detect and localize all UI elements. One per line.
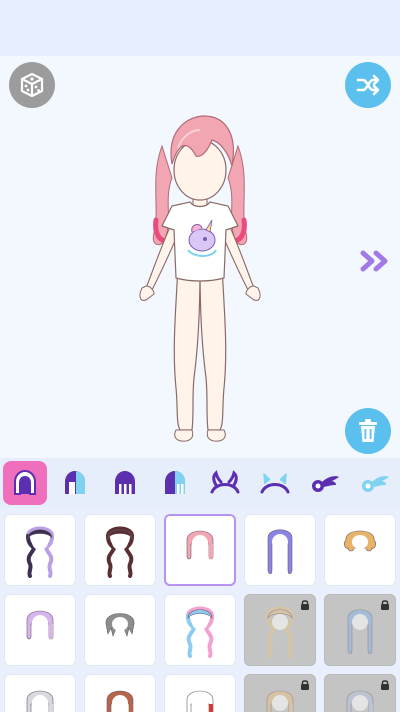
wing-right-icon <box>362 476 389 492</box>
tab-hair-side[interactable] <box>150 458 200 508</box>
hair-thumbnail <box>26 526 55 578</box>
hair-thumbnail <box>344 530 376 552</box>
hair-full-icon <box>14 469 36 495</box>
hair-item[interactable] <box>244 514 316 586</box>
shuffle-icon <box>356 74 380 96</box>
hair-side-icon <box>165 471 185 494</box>
hair-item[interactable] <box>164 514 236 586</box>
hair-item-locked[interactable] <box>244 674 316 712</box>
hair-thumbnail <box>186 606 215 658</box>
horns-icon <box>210 470 240 494</box>
next-page-button[interactable] <box>358 246 394 276</box>
hair-item[interactable] <box>84 674 156 712</box>
tab-wing-right[interactable] <box>350 458 400 508</box>
top-bar <box>0 0 400 56</box>
tab-wing-left[interactable] <box>300 458 350 508</box>
hair-item-locked[interactable] <box>324 674 396 712</box>
hair-item[interactable] <box>324 514 396 586</box>
tab-hair-bangs[interactable] <box>100 458 150 508</box>
hair-thumbnail <box>267 529 293 575</box>
tab-ears[interactable] <box>250 458 300 508</box>
hair-thumbnail <box>186 690 214 712</box>
double-chevron-right-icon <box>360 250 388 272</box>
hair-front-icon <box>65 471 85 494</box>
dice-icon <box>20 72 44 98</box>
category-tab-bar <box>0 458 400 508</box>
hair-thumbnail <box>26 610 54 640</box>
tab-horns[interactable] <box>200 458 250 508</box>
lock-icon <box>381 680 389 690</box>
item-grid-panel <box>0 508 400 712</box>
hair-item[interactable] <box>4 674 76 712</box>
tab-hair-full[interactable] <box>0 458 50 508</box>
hair-item-locked[interactable] <box>324 594 396 666</box>
hair-item[interactable] <box>164 594 236 666</box>
trash-icon <box>359 419 377 442</box>
hair-item-locked[interactable] <box>244 594 316 666</box>
lock-icon <box>301 680 309 690</box>
hair-item[interactable] <box>84 594 156 666</box>
tab-hair-front[interactable] <box>50 458 100 508</box>
hair-thumbnail <box>106 690 134 712</box>
delete-button[interactable] <box>345 408 391 454</box>
hair-item-grid <box>4 514 396 712</box>
lock-icon <box>381 600 389 610</box>
wing-left-icon <box>312 476 339 492</box>
shuffle-button[interactable] <box>345 62 391 108</box>
random-dice-button[interactable] <box>9 62 55 108</box>
hair-thumbnail <box>106 526 135 578</box>
character-figure <box>139 115 261 442</box>
hair-item[interactable] <box>164 674 236 712</box>
hair-bangs-icon <box>115 471 135 494</box>
lock-icon <box>301 600 309 610</box>
hair-thumbnail <box>105 613 135 638</box>
hair-item[interactable] <box>4 514 76 586</box>
hair-thumbnail <box>186 530 214 560</box>
ears-icon <box>260 473 290 494</box>
hair-item[interactable] <box>4 594 76 666</box>
hair-item[interactable] <box>84 514 156 586</box>
hair-thumbnail <box>26 690 54 712</box>
